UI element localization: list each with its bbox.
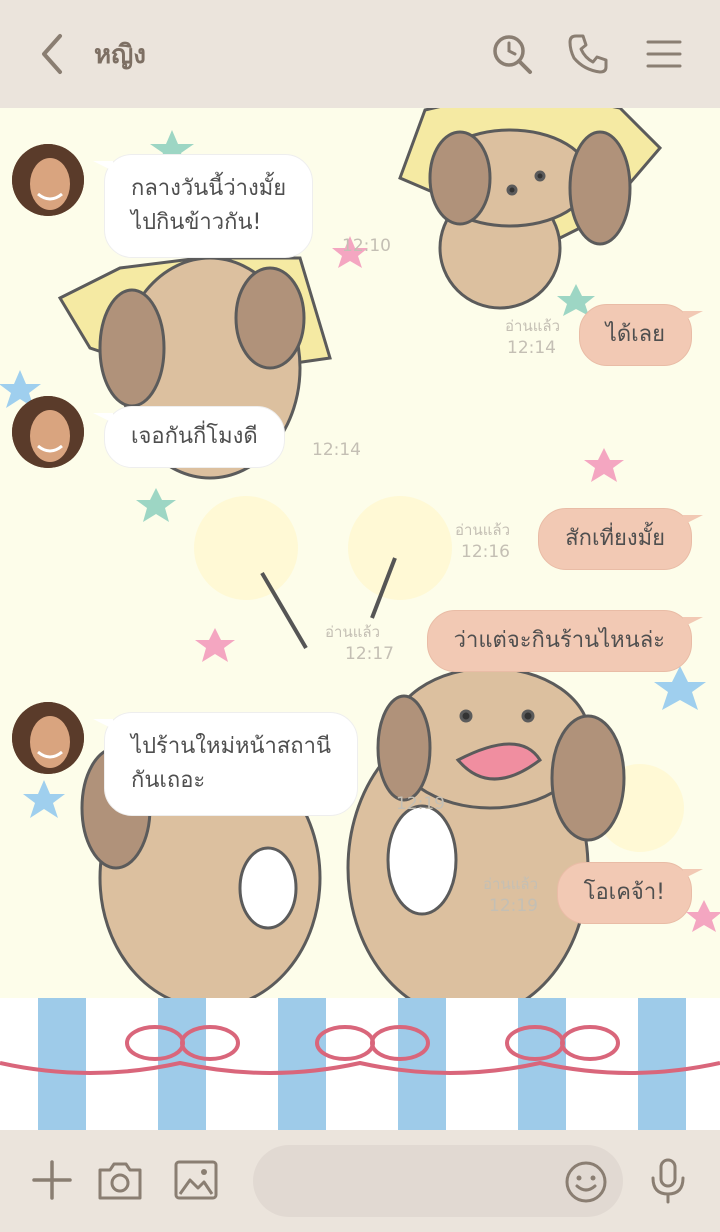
chat-title: หญิง	[94, 40, 146, 70]
chat-header: หญิง	[0, 0, 720, 108]
message-line: ไปกินข้าวกัน!	[131, 210, 262, 235]
chat-area[interactable]: กลางวันนี้ว่างมั้ย ไปกินข้าวกัน! 12:10 อ…	[0, 108, 720, 1130]
message-time: 12:16	[461, 542, 510, 562]
emoji-icon[interactable]	[562, 1158, 610, 1206]
message-bubble-incoming[interactable]: ไปร้านใหม่หน้าสถานี กันเถอะ	[92, 712, 359, 816]
message-time: 12:19	[489, 896, 538, 916]
dog-illustration	[398, 108, 663, 310]
message-time: 12:10	[342, 236, 391, 256]
read-status: อ่านแล้ว	[505, 317, 560, 335]
read-status: อ่านแล้ว	[483, 875, 538, 893]
microphone-icon[interactable]	[644, 1156, 692, 1204]
message-time: 12:14	[312, 440, 361, 460]
message-bubble-incoming[interactable]: เจอกันกี่โมงดี	[93, 406, 285, 468]
chevron-left-icon[interactable]	[34, 30, 70, 78]
message-time: 12:17	[345, 644, 394, 664]
camera-icon[interactable]	[96, 1156, 144, 1204]
message-line: กลางวันนี้ว่างมั้ย	[131, 176, 287, 201]
avatar[interactable]	[12, 702, 84, 774]
input-bar	[0, 1130, 720, 1232]
message-bubble-incoming[interactable]: กลางวันนี้ว่างมั้ย ไปกินข้าวกัน!	[92, 154, 314, 258]
avatar-photo-icon	[12, 396, 84, 468]
message-bubble-outgoing[interactable]: สักเที่ยงมั้ย	[538, 508, 703, 570]
message-line: ไปร้านใหม่หน้าสถานี	[131, 734, 332, 759]
read-status: อ่านแล้ว	[325, 623, 380, 641]
avatar-photo-icon	[12, 702, 84, 774]
read-status: อ่านแล้ว	[455, 521, 510, 539]
plus-icon[interactable]	[28, 1156, 76, 1204]
message-line: กันเถอะ	[131, 768, 206, 793]
message-bubble-outgoing[interactable]: โอเคจ้า!	[556, 862, 704, 924]
avatar[interactable]	[12, 396, 84, 468]
message-time: 12:14	[507, 338, 556, 358]
phone-icon[interactable]	[566, 32, 610, 76]
menu-icon[interactable]	[642, 32, 686, 76]
message-time: 12:19	[396, 794, 445, 814]
search-icon[interactable]	[490, 32, 534, 76]
message-bubble-outgoing[interactable]: ว่าแต่จะกินร้านไหนล่ะ	[426, 610, 704, 672]
message-bubble-outgoing[interactable]: ได้เลย	[578, 304, 704, 366]
avatar-photo-icon	[12, 144, 84, 216]
avatar[interactable]	[12, 144, 84, 216]
image-icon[interactable]	[172, 1156, 220, 1204]
